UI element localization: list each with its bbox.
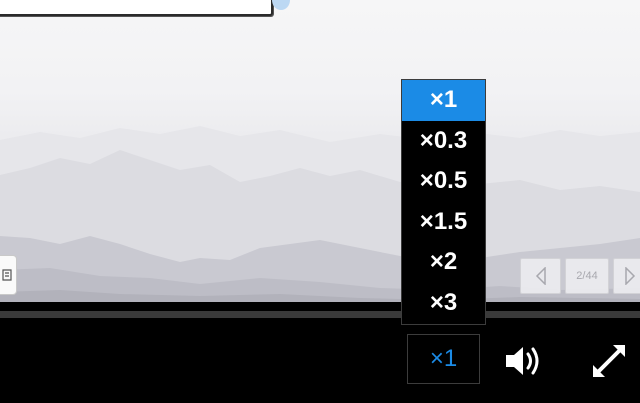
- slide-card: [0, 0, 273, 16]
- triangle-left-icon: [535, 267, 546, 285]
- prev-slide-button[interactable]: [520, 258, 561, 294]
- speed-option-0-3[interactable]: ×0.3: [402, 121, 485, 162]
- speed-option-3[interactable]: ×3: [402, 283, 485, 324]
- progress-bar[interactable]: [0, 311, 640, 318]
- speed-option-2[interactable]: ×2: [402, 242, 485, 283]
- playback-speed-button[interactable]: ×1: [407, 334, 480, 384]
- slide-counter-text: 2/44: [576, 270, 598, 282]
- side-panel-toggle[interactable]: [0, 255, 17, 295]
- speed-option-0-5[interactable]: ×0.5: [402, 161, 485, 202]
- volume-button[interactable]: [500, 339, 548, 383]
- fullscreen-button[interactable]: [589, 339, 629, 383]
- speed-option-1[interactable]: ×1: [402, 80, 485, 121]
- next-slide-button[interactable]: [613, 258, 640, 294]
- slide-stage: 2/44: [0, 0, 640, 302]
- mountain-background: [0, 126, 640, 302]
- triangle-right-icon: [625, 267, 636, 285]
- expand-icon: [593, 345, 625, 377]
- slide-counter: 2/44: [565, 258, 609, 294]
- playback-speed-menu: ×1 ×0.3 ×0.5 ×1.5 ×2 ×3: [401, 79, 486, 325]
- speed-option-1-5[interactable]: ×1.5: [402, 202, 485, 243]
- document-icon: [2, 269, 12, 281]
- speaker-icon: [506, 347, 539, 375]
